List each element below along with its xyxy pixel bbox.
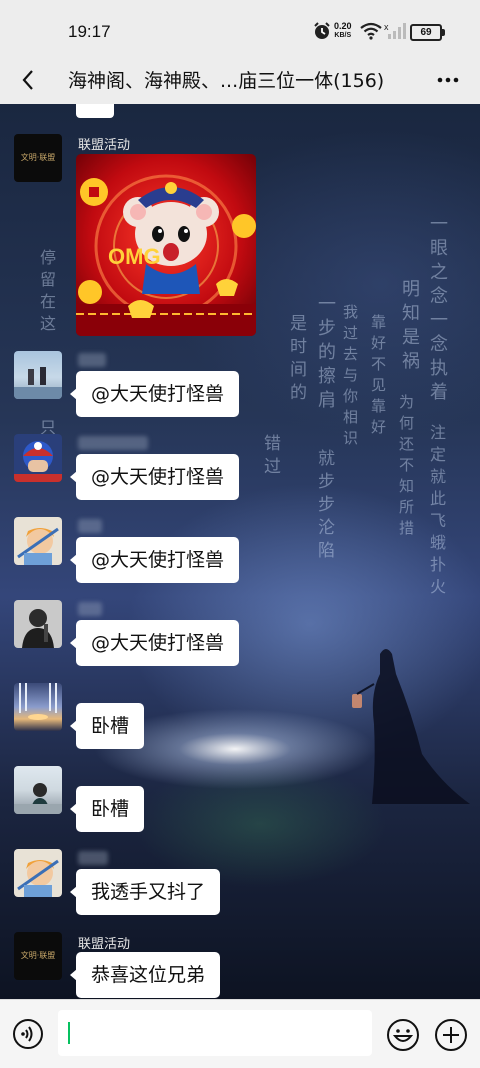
avatar[interactable]: 文明·联盟 xyxy=(14,134,62,182)
message-bubble[interactable]: @大天使打怪兽 xyxy=(69,537,240,583)
avatar[interactable] xyxy=(14,600,62,648)
background-figure xyxy=(352,649,470,804)
message-bubble[interactable]: 我透手又抖了 xyxy=(69,869,221,915)
sender-name: 联盟活动 xyxy=(78,937,131,952)
bg-poem-col: 是时间的 xyxy=(286,314,306,406)
battery-icon: 69 xyxy=(410,24,445,41)
avatar[interactable] xyxy=(14,683,62,731)
bg-poem-col: 停留在这 xyxy=(37,249,56,337)
voice-icon[interactable] xyxy=(12,1018,44,1050)
avatar[interactable] xyxy=(14,434,62,482)
speed-unit: KB/S xyxy=(334,32,352,39)
avatar[interactable] xyxy=(14,351,62,399)
bg-poem-col: 为何还不知所措 xyxy=(397,394,415,541)
message-bubble[interactable]: @大天使打怪兽 xyxy=(69,371,240,417)
sender-name-blurred xyxy=(78,436,148,450)
sender-name: 联盟活动 xyxy=(78,138,131,153)
sticker-image[interactable]: OMG xyxy=(76,154,256,336)
plus-icon[interactable] xyxy=(434,1018,468,1052)
message-bubble[interactable]: @大天使打怪兽 xyxy=(69,454,240,500)
sender-name-blurred xyxy=(78,519,102,533)
bg-poem-col: 一眼之念一念执着 xyxy=(427,214,448,406)
bg-poem-col: 明知是祸 xyxy=(399,279,420,375)
network-speed: 0.20 KB/S xyxy=(334,22,352,40)
chevron-left-icon[interactable] xyxy=(14,64,46,96)
avatar[interactable]: 文明·联盟 xyxy=(14,932,62,980)
partial-bubble[interactable] xyxy=(76,104,114,118)
status-bar: 19:17 0.20 KB/S x 69 xyxy=(0,0,480,56)
avatar[interactable] xyxy=(14,766,62,814)
alarm-icon xyxy=(314,22,330,39)
sender-name-blurred xyxy=(78,851,108,865)
emoji-icon[interactable] xyxy=(386,1018,420,1052)
message-bubble[interactable]: @大天使打怪兽 xyxy=(69,620,240,666)
bg-poem-col: 注定就此飞蛾扑火 xyxy=(427,424,446,600)
bg-poem-col: 错过 xyxy=(260,434,280,480)
wifi-icon xyxy=(360,22,382,40)
title-bar: 海神阁、海神殿、...庙三位一体(156) xyxy=(0,56,480,104)
bg-poem-col: 靠好不见靠好 xyxy=(369,314,387,440)
input-bar xyxy=(0,999,480,1068)
signal-icon: x xyxy=(384,22,406,39)
chat-area[interactable]: 一眼之念一念执着 注定就此飞蛾扑火 明知是祸 为何还不知所措 靠好不见靠好 我过… xyxy=(0,104,480,999)
svg-text:x: x xyxy=(384,22,389,32)
message-bubble[interactable]: 恭喜这位兄弟 xyxy=(69,952,221,998)
sender-name-blurred xyxy=(78,353,106,367)
message-bubble[interactable]: 卧槽 xyxy=(69,703,145,749)
avatar[interactable] xyxy=(14,517,62,565)
speed-value: 0.20 xyxy=(334,21,352,31)
sender-name-blurred xyxy=(78,602,102,616)
more-dots-icon[interactable] xyxy=(432,66,464,94)
bg-poem-col: 一步的擦肩 xyxy=(315,294,336,414)
text-caret xyxy=(68,1022,70,1044)
avatar[interactable] xyxy=(14,849,62,897)
message-bubble[interactable]: 卧槽 xyxy=(69,786,145,832)
status-time: 19:17 xyxy=(68,22,111,41)
avatar-logo-text: 文明·联盟 xyxy=(20,153,56,162)
bg-poem-col: 我过去与你相识 xyxy=(341,304,359,451)
chat-title: 海神阁、海神殿、...庙三位一体(156) xyxy=(68,70,385,92)
sticker-text: OMG xyxy=(108,244,161,269)
bg-poem-col: 就步步沦陷 xyxy=(314,449,334,564)
avatar-logo-text: 文明·联盟 xyxy=(20,951,56,960)
message-input[interactable] xyxy=(58,1010,372,1056)
